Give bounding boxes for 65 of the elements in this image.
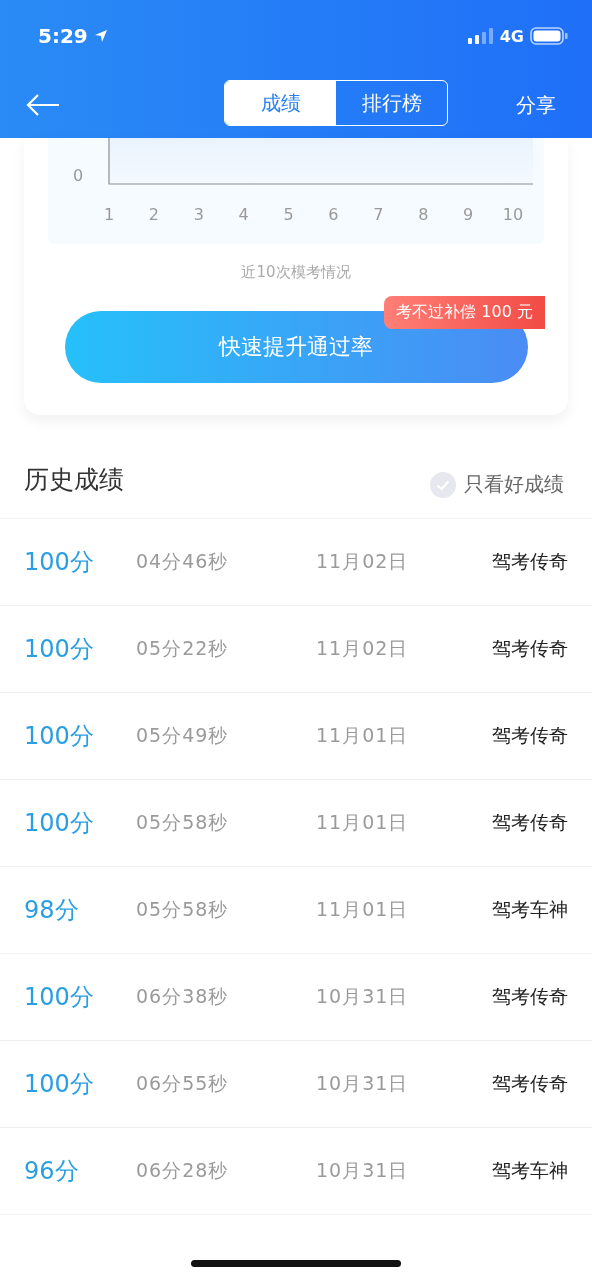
mode-name: 驾考传奇 (491, 723, 568, 748)
score-value: 100分 (24, 634, 95, 665)
duration-text: 04分46秒 (136, 549, 230, 574)
location-arrow-icon (93, 29, 108, 43)
x-axis-label: 6 (328, 205, 339, 224)
score-value: 100分 (24, 808, 95, 839)
battery-icon (530, 27, 568, 45)
date-text: 11月02日 (316, 549, 410, 574)
x-axis-label: 5 (283, 205, 294, 224)
y-axis-label: 0 (72, 166, 84, 185)
duration-text: 06分55秒 (136, 1071, 230, 1096)
mode-name: 驾考传奇 (491, 984, 568, 1009)
signal-icon (467, 28, 494, 44)
duration-text: 05分58秒 (136, 810, 230, 835)
date-text: 10月31日 (316, 1158, 410, 1183)
duration-text: 06分38秒 (136, 984, 230, 1009)
score-value: 100分 (24, 721, 95, 752)
score-row[interactable]: 100分 04分46秒 11月02日 驾考传奇 (0, 519, 592, 606)
tab[interactable]: 成绩 (225, 81, 336, 125)
x-axis-label: 3 (193, 205, 204, 224)
mode-name: 驾考传奇 (491, 810, 568, 835)
score-row[interactable]: 98分 05分58秒 11月01日 驾考车神 (0, 867, 592, 954)
mode-name: 驾考传奇 (491, 636, 568, 661)
duration-text: 06分28秒 (136, 1158, 230, 1183)
date-text: 11月01日 (316, 897, 410, 922)
compensation-badge: 考不过补偿 100 元 (384, 296, 545, 329)
good-scores-filter[interactable]: 只看好成绩 (430, 471, 564, 498)
x-axis-label: 8 (418, 205, 429, 224)
date-text: 11月02日 (316, 636, 410, 661)
score-value: 100分 (24, 982, 95, 1013)
x-axis-label: 2 (148, 205, 159, 224)
tab[interactable]: 排行榜 (336, 81, 447, 125)
network-label: 4G (499, 26, 524, 46)
score-row[interactable]: 100分 06分55秒 10月31日 驾考传奇 (0, 1041, 592, 1128)
score-value: 98分 (24, 895, 80, 926)
chart-caption: 近10次模考情况 (240, 263, 352, 282)
x-axis-label: 10 (502, 205, 524, 224)
x-axis-label: 7 (373, 205, 384, 224)
score-value: 96分 (24, 1156, 80, 1187)
score-row[interactable]: 100分 05分49秒 11月01日 驾考传奇 (0, 693, 592, 780)
x-axis-label: 1 (103, 205, 115, 224)
x-axis-label: 4 (238, 205, 249, 224)
x-axis-label: 9 (463, 205, 474, 224)
clock-time: 5:29 (38, 24, 88, 48)
mode-name: 驾考车神 (491, 897, 568, 922)
mode-name: 驾考传奇 (491, 549, 568, 574)
share-link[interactable]: 分享 (516, 91, 556, 119)
section-title: 历史成绩 (24, 464, 124, 496)
score-value: 100分 (24, 1069, 95, 1100)
duration-text: 05分49秒 (136, 723, 230, 748)
score-row[interactable]: 96分 06分28秒 10月31日 驾考车神 (0, 1128, 592, 1215)
score-row[interactable]: 100分 05分22秒 11月02日 驾考传奇 (0, 606, 592, 693)
duration-text: 05分58秒 (136, 897, 230, 922)
score-value: 100分 (24, 547, 95, 578)
back-arrow-icon[interactable] (26, 93, 60, 117)
date-text: 11月01日 (316, 810, 410, 835)
date-text: 10月31日 (316, 984, 410, 1009)
date-text: 10月31日 (316, 1071, 410, 1096)
checkbox-icon[interactable] (430, 471, 456, 498)
score-row[interactable]: 100分 06分38秒 10月31日 驾考传奇 (0, 954, 592, 1041)
score-row[interactable]: 100分 05分58秒 11月01日 驾考传奇 (0, 780, 592, 867)
date-text: 11月01日 (316, 723, 410, 748)
duration-text: 05分22秒 (136, 636, 230, 661)
mode-name: 驾考车神 (491, 1158, 568, 1183)
mode-name: 驾考传奇 (491, 1071, 568, 1096)
